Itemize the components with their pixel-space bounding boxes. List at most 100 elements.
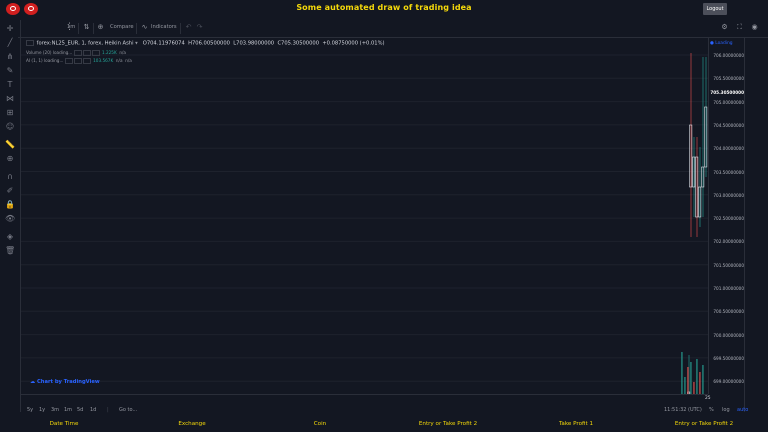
range-5d[interactable]: 5d: [77, 407, 83, 413]
undo-icon[interactable]: ↶: [184, 23, 193, 32]
price-label: 699.00000000: [713, 379, 744, 385]
indicators-icon[interactable]: ∿: [140, 23, 149, 32]
tradingview-watermark[interactable]: ☁ Chart by TradingView: [30, 379, 100, 385]
volume-bar: [696, 359, 698, 394]
price-label: 702.00000000: [713, 239, 744, 245]
top-bar: Some automated draw of trading idea Logo…: [0, 0, 768, 20]
clock: 11:51:32 (UTC): [664, 407, 702, 413]
ai-label[interactable]: AI (1, 1) loading...: [26, 58, 63, 63]
pattern-icon[interactable]: ⋈: [5, 94, 15, 104]
separator: |: [107, 407, 109, 413]
range-1m[interactable]: 1m: [64, 407, 72, 413]
watermark-label[interactable]: Chart by TradingView: [37, 379, 100, 385]
ai-legend: AI (1, 1) loading... 103.567K n/a n/a: [26, 58, 132, 64]
zoom-in-icon[interactable]: ⊕: [5, 154, 15, 164]
pitchfork-icon[interactable]: ⋔: [5, 52, 15, 62]
range-5y[interactable]: 5y: [27, 407, 33, 413]
time-axis[interactable]: 25: [21, 394, 711, 404]
compare-button[interactable]: Compare: [110, 24, 134, 30]
price-label: 703.00000000: [713, 192, 744, 198]
settings-icon[interactable]: ⚙: [720, 23, 729, 32]
logout-button[interactable]: Logout: [703, 3, 727, 15]
bottom-toolbar: 5y 1y 3m 1m 5d 1d | Go to... 11:51:32 (U…: [20, 404, 748, 415]
price-axis[interactable]: 706.00000000 705.50000000 705.00000000 704.…: [708, 37, 745, 394]
open-value: O704.11976074: [142, 40, 185, 47]
range-3m[interactable]: 3m: [51, 407, 59, 413]
stay-in-drawing-icon[interactable]: ✐: [5, 186, 15, 196]
price-label: 706.00000000: [713, 53, 744, 58]
col-entry-take-profit-2b[interactable]: Entry or Take Profit 2: [675, 421, 733, 427]
price-label: 703.50000000: [713, 169, 744, 175]
crosshair-icon[interactable]: ✛: [5, 24, 15, 34]
brush-icon[interactable]: ✎: [5, 66, 15, 76]
price-label: 701.50000000: [713, 262, 744, 268]
drawing-toolbar: ✛ ╱ ⋔ ✎ T ⋈ ⊞ ☺ 📏 ⊕ ∩ ✐ 🔒 👁 ◈ 🗑: [0, 20, 21, 412]
volume-toggle-icon[interactable]: [73, 50, 82, 56]
price-label: 700.50000000: [713, 309, 744, 315]
log-toggle[interactable]: log: [722, 407, 730, 413]
range-1d[interactable]: 1d: [90, 407, 96, 413]
ai-value: 103.567K: [93, 58, 114, 63]
trade-table-header: Date Time Exchange Coin Entry or Take Pr…: [0, 418, 768, 432]
price-label: 705.50000000: [713, 76, 744, 82]
eye-icon[interactable]: 👁: [5, 214, 15, 224]
volume-bar: [702, 365, 704, 394]
volume-bar: [681, 352, 683, 394]
prediction-icon[interactable]: ⊞: [5, 108, 15, 118]
percent-toggle[interactable]: %: [709, 407, 714, 413]
chart-legend: forex:NL25_EUR, 1, forex, Heikin Ashi ▾ …: [26, 40, 385, 47]
col-take-profit-1[interactable]: Take Profit 1: [559, 421, 593, 427]
volume-close-icon[interactable]: [91, 50, 100, 56]
separator: [78, 23, 79, 34]
price-chart: [21, 53, 708, 395]
volume-label[interactable]: Volume (20) loading...: [26, 50, 72, 55]
ruler-icon[interactable]: 📏: [5, 140, 15, 150]
ai-close-icon[interactable]: [82, 58, 91, 64]
candle-style-icon[interactable]: ⇅: [82, 23, 91, 32]
fullscreen-icon[interactable]: ⛶: [735, 23, 744, 32]
volume-na: n/a: [119, 50, 126, 55]
price-label: 702.50000000: [713, 216, 744, 222]
range-1y[interactable]: 1y: [39, 407, 45, 413]
volume-bar: [690, 362, 692, 394]
volume-bar: [699, 372, 701, 394]
lock-icon[interactable]: 🔒: [5, 200, 15, 210]
volume-bar: [687, 367, 689, 394]
volume-value: 1.225K: [101, 50, 117, 55]
price-label: 704.50000000: [713, 122, 744, 128]
interval-selector[interactable]: 1m: [67, 24, 75, 30]
separator: [136, 23, 137, 34]
separator: [180, 23, 181, 34]
collapse-icon[interactable]: [26, 40, 34, 46]
icons-tool-icon[interactable]: ☺: [5, 122, 15, 132]
chart-area[interactable]: [21, 37, 708, 395]
trend-line-icon[interactable]: ╱: [5, 38, 15, 48]
ai-toggle-icon[interactable]: [64, 58, 73, 64]
ai-na: n/a: [115, 58, 123, 63]
indicators-button[interactable]: Indicators: [151, 24, 177, 30]
auto-toggle[interactable]: auto: [737, 407, 748, 413]
symbol-label[interactable]: forex:NL25_EUR, 1, forex, Heikin Ashi: [37, 41, 134, 47]
text-tool-icon[interactable]: T: [5, 80, 15, 90]
ai-na-2: n/a: [125, 58, 132, 63]
col-exchange[interactable]: Exchange: [178, 421, 205, 427]
trash-icon[interactable]: 🗑: [5, 246, 15, 256]
close-value: C705.30500000: [277, 40, 320, 47]
volume-legend: Volume (20) loading... 1.225K n/a: [26, 50, 126, 56]
separator: [93, 23, 94, 34]
col-entry-take-profit-2[interactable]: Entry or Take Profit 2: [419, 421, 477, 427]
high-value: H706.00500000: [188, 40, 230, 47]
redo-icon[interactable]: ↷: [195, 23, 204, 32]
screenshot-icon[interactable]: ◉: [750, 23, 759, 32]
col-coin[interactable]: Coin: [314, 421, 326, 427]
compare-icon[interactable]: ⊕: [96, 23, 105, 32]
ai-settings-icon[interactable]: [73, 58, 82, 64]
magnet-icon[interactable]: ∩: [5, 172, 15, 182]
goto-button[interactable]: Go to...: [119, 407, 137, 413]
layers-icon[interactable]: ◈: [5, 232, 15, 242]
price-label: 701.00000000: [713, 286, 744, 291]
col-date-time[interactable]: Date Time: [50, 421, 79, 427]
volume-settings-icon[interactable]: [82, 50, 91, 56]
app-title: Some automated draw of trading idea: [296, 3, 472, 12]
current-price-label: 705.30500000: [710, 90, 744, 96]
